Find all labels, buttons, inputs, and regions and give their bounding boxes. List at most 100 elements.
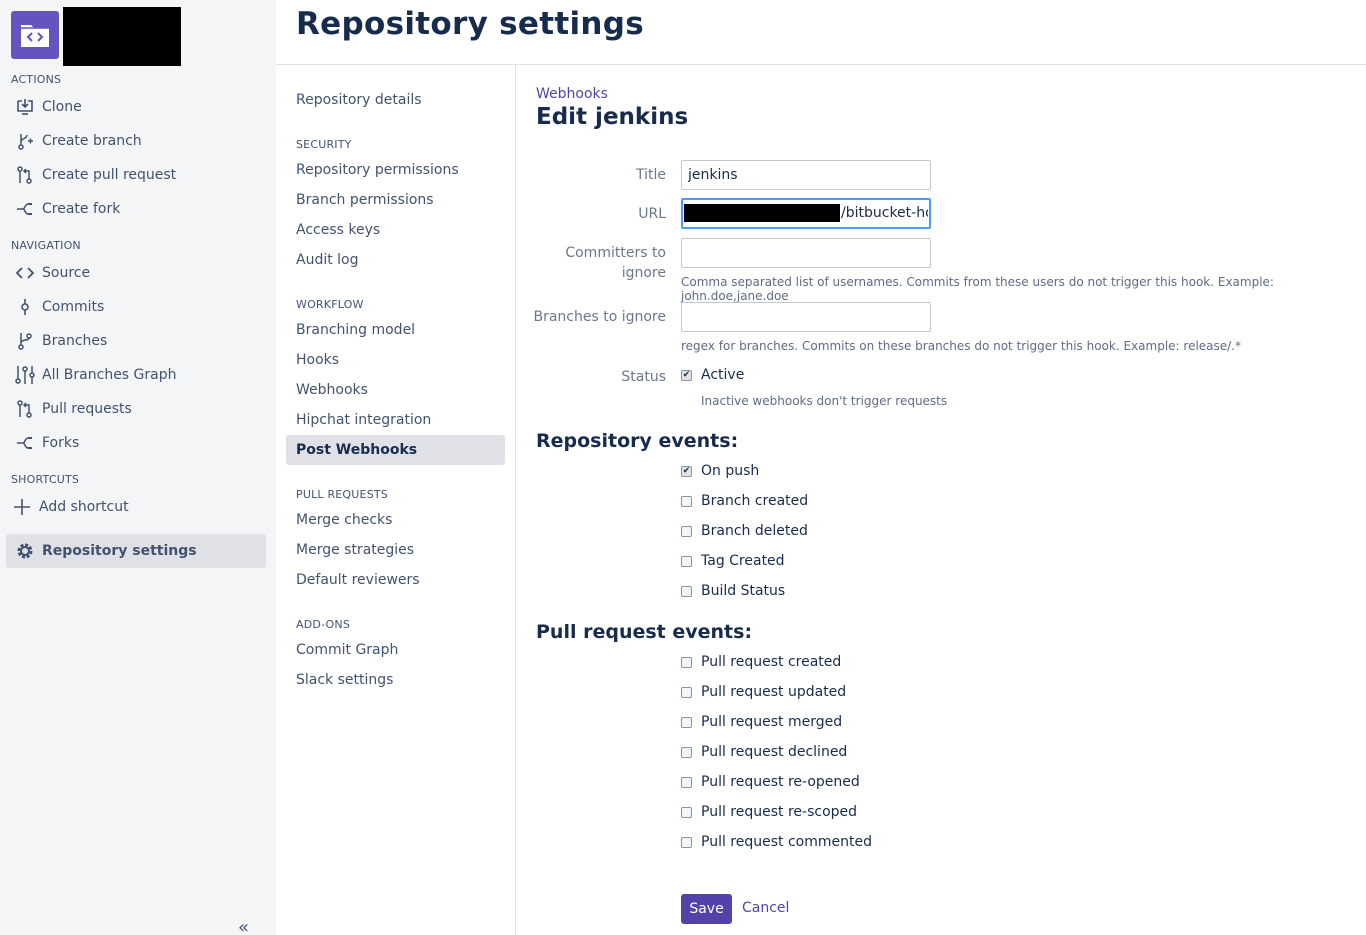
committers-to-ignore-field[interactable] (681, 238, 931, 268)
branches-to-ignore-field[interactable] (681, 302, 931, 332)
event-label: Pull request updated (701, 684, 847, 700)
active-checkbox-row[interactable]: ✔ Active (681, 367, 744, 383)
committers-label-line-1: Committers to (565, 245, 666, 261)
branches-help: regex for branches. Commits on these bra… (681, 339, 1242, 353)
event-pr-declined[interactable]: Pull request declined (681, 744, 847, 760)
branches-icon (14, 331, 36, 351)
event-label: Pull request declined (701, 744, 848, 760)
all-branches-graph-icon (14, 365, 36, 385)
source-icon (14, 263, 36, 283)
pr-reopened-checkbox[interactable] (681, 776, 692, 788)
tag-created-checkbox[interactable] (681, 555, 692, 567)
branch-deleted-checkbox[interactable] (681, 525, 692, 537)
repository-avatar[interactable] (11, 11, 59, 59)
collapse-sidebar-icon[interactable]: « (238, 917, 249, 935)
sidebar-item-label: Add shortcut (39, 499, 129, 515)
on-push-checkbox[interactable]: ✔ (681, 465, 692, 477)
pull-request-events-heading: Pull request events: (536, 621, 753, 643)
pull-requests-icon (14, 399, 36, 419)
event-pr-commented[interactable]: Pull request commented (681, 834, 872, 850)
nav-item-slack-settings[interactable]: Slack settings (286, 665, 505, 695)
pr-rescoped-checkbox[interactable] (681, 806, 692, 818)
sidebar: ACTIONS Clone Create branch Create pull … (0, 0, 276, 935)
sidebar-item-label: Pull requests (42, 401, 132, 417)
sidebar-item-add-shortcut[interactable]: Add shortcut (6, 491, 266, 523)
sidebar-item-create-pull-request[interactable]: Create pull request (6, 159, 266, 191)
sidebar-item-source[interactable]: Source (6, 257, 266, 289)
cancel-button[interactable]: Cancel (742, 900, 789, 916)
clone-icon (14, 97, 36, 117)
breadcrumb-webhooks[interactable]: Webhooks (536, 86, 608, 102)
event-on-push[interactable]: ✔ On push (681, 463, 759, 479)
nav-item-default-reviewers[interactable]: Default reviewers (286, 565, 505, 595)
sidebar-item-clone[interactable]: Clone (6, 91, 266, 123)
event-label: Pull request commented (701, 834, 872, 850)
create-branch-icon (14, 131, 36, 151)
event-pr-created[interactable]: Pull request created (681, 654, 841, 670)
nav-item-repository-permissions[interactable]: Repository permissions (286, 155, 505, 185)
event-label: Tag Created (701, 553, 785, 569)
event-build-status[interactable]: Build Status (681, 583, 785, 599)
branches-label: Branches to ignore (533, 309, 666, 325)
nav-item-webhooks[interactable]: Webhooks (286, 375, 505, 405)
sidebar-item-forks[interactable]: Forks (6, 427, 266, 459)
sidebar-item-all-branches-graph[interactable]: All Branches Graph (6, 359, 266, 391)
event-label: Branch created (701, 493, 809, 509)
nav-item-hooks[interactable]: Hooks (286, 345, 505, 375)
committers-label-line-2: ignore (621, 265, 666, 281)
sidebar-item-commits[interactable]: Commits (6, 291, 266, 323)
sidebar-item-branches[interactable]: Branches (6, 325, 266, 357)
nav-heading-workflow: WORKFLOW (296, 298, 364, 311)
sidebar-item-label: Clone (42, 99, 82, 115)
event-tag-created[interactable]: Tag Created (681, 553, 785, 569)
sidebar-item-label: Source (42, 265, 91, 281)
create-fork-icon (14, 199, 36, 219)
event-pr-reopened[interactable]: Pull request re-opened (681, 774, 860, 790)
sidebar-item-pull-requests[interactable]: Pull requests (6, 393, 266, 425)
nav-item-access-keys[interactable]: Access keys (286, 215, 505, 245)
event-pr-updated[interactable]: Pull request updated (681, 684, 846, 700)
sidebar-item-label: Create fork (42, 201, 121, 217)
pr-created-checkbox[interactable] (681, 656, 692, 668)
forks-icon (14, 433, 36, 453)
sidebar-item-repository-settings[interactable]: Repository settings (6, 534, 266, 568)
nav-item-merge-checks[interactable]: Merge checks (286, 505, 505, 535)
nav-item-commit-graph[interactable]: Commit Graph (286, 635, 505, 665)
nav-item-audit-log[interactable]: Audit log (286, 245, 505, 275)
save-button[interactable]: Save (681, 894, 732, 924)
pr-commented-checkbox[interactable] (681, 836, 692, 848)
nav-heading-pull-requests: PULL REQUESTS (296, 488, 388, 501)
sidebar-item-create-fork[interactable]: Create fork (6, 193, 266, 225)
nav-item-merge-strategies[interactable]: Merge strategies (286, 535, 505, 565)
sidebar-item-create-branch[interactable]: Create branch (6, 125, 266, 157)
create-pull-request-icon (14, 165, 36, 185)
active-label: Active (701, 367, 745, 383)
sidebar-item-label: Forks (42, 435, 80, 451)
event-pr-merged[interactable]: Pull request merged (681, 714, 842, 730)
event-label: Pull request re-opened (701, 774, 860, 790)
sidebar-item-label: Branches (42, 333, 108, 349)
event-label: Pull request re-scoped (701, 804, 858, 820)
event-label: Branch deleted (701, 523, 808, 539)
sidebar-item-label: Create pull request (42, 167, 177, 183)
committers-help: Comma separated list of usernames. Commi… (681, 275, 1274, 303)
nav-item-branch-permissions[interactable]: Branch permissions (286, 185, 505, 215)
nav-item-hipchat-integration[interactable]: Hipchat integration (286, 405, 505, 435)
repository-icon (21, 25, 49, 47)
build-status-checkbox[interactable] (681, 585, 692, 597)
event-branch-created[interactable]: Branch created (681, 493, 808, 509)
url-value: /bitbucket-hook/ (841, 205, 928, 221)
title-field[interactable] (681, 160, 931, 190)
pr-updated-checkbox[interactable] (681, 686, 692, 698)
branch-created-checkbox[interactable] (681, 495, 692, 507)
active-checkbox[interactable]: ✔ (681, 369, 692, 381)
event-label: On push (701, 463, 760, 479)
event-pr-rescoped[interactable]: Pull request re-scoped (681, 804, 857, 820)
pr-declined-checkbox[interactable] (681, 746, 692, 758)
title-label: Title (635, 167, 666, 183)
event-branch-deleted[interactable]: Branch deleted (681, 523, 808, 539)
nav-item-post-webhooks[interactable]: Post Webhooks (286, 435, 505, 465)
pr-merged-checkbox[interactable] (681, 716, 692, 728)
nav-item-repository-details[interactable]: Repository details (286, 85, 505, 115)
nav-item-branching-model[interactable]: Branching model (286, 315, 505, 345)
